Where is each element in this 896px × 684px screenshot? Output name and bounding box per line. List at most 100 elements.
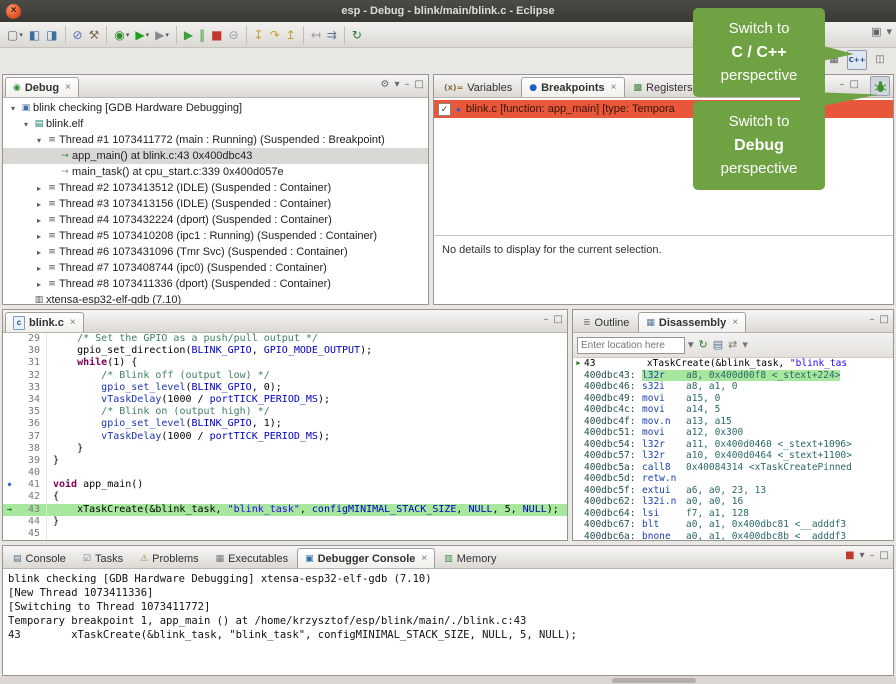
expander-icon[interactable]: ▸ <box>33 216 45 225</box>
disconnect-button[interactable]: ⊝ <box>226 25 240 45</box>
code-line[interactable]: 42{ <box>3 491 567 503</box>
minimize-icon[interactable]: – <box>870 314 875 326</box>
close-icon[interactable]: × <box>421 553 427 564</box>
disassembly-row[interactable]: 400dbc64:lsif7, a1, 128 <box>573 508 893 520</box>
breakpoint-checkbox[interactable]: ✓ <box>438 103 451 116</box>
save-button[interactable]: ◧ <box>27 25 42 45</box>
line-number[interactable]: 29 <box>16 333 47 345</box>
debug-button[interactable]: ◉▾ <box>112 25 131 45</box>
console-output[interactable]: blink checking [GDB Hardware Debugging] … <box>3 569 893 675</box>
view-menu-icon[interactable]: ▾ <box>395 79 400 91</box>
sync-selection-icon[interactable]: ⇄ <box>728 339 737 351</box>
code-line[interactable]: 30 gpio_set_direction(BLINK_GPIO, GPIO_M… <box>3 345 567 357</box>
debug-tree-row[interactable]: ▾≡Thread #1 1073411772 (main : Running) … <box>3 132 428 148</box>
line-number[interactable]: 43 <box>16 504 47 516</box>
minimize-icon[interactable]: – <box>870 550 875 562</box>
disassembly-row[interactable]: 400dbc5a:call80x40084314 <xTaskCreatePin… <box>573 462 893 474</box>
scrollbar-thumb[interactable] <box>612 678 696 683</box>
refresh-icon[interactable]: ↻ <box>699 339 708 351</box>
maximize-icon[interactable]: □ <box>554 314 563 326</box>
code-line[interactable]: 38 } <box>3 443 567 455</box>
location-input[interactable] <box>577 337 685 354</box>
show-source-icon[interactable]: ▤ <box>713 339 723 351</box>
debug-tree-row[interactable]: ▸≡Thread #5 1073410208 (ipc1 : Running) … <box>3 228 428 244</box>
build-all-button[interactable]: ⚒ <box>87 25 102 45</box>
code-line[interactable]: 35 /* Blink on (output high) */ <box>3 406 567 418</box>
disassembly-row[interactable]: 400dbc49:movia15, 0 <box>573 393 893 405</box>
expander-icon[interactable]: ▾ <box>7 104 19 113</box>
tab-executables[interactable]: ▦Executables <box>208 548 296 568</box>
expander-icon[interactable]: ▸ <box>33 200 45 209</box>
line-number[interactable]: 45 <box>16 528 47 540</box>
code-line[interactable]: 29 /* Set the GPIO as a push/pull output… <box>3 333 567 345</box>
combo-dropdown-icon[interactable]: ▾ <box>688 339 694 351</box>
line-number[interactable]: 39 <box>16 455 47 467</box>
line-number[interactable]: 36 <box>16 418 47 430</box>
disassembly-row[interactable]: ▶43 xTaskCreate(&blink_task, "blink_tas <box>573 358 893 370</box>
tab-memory[interactable]: ▥Memory <box>436 548 504 568</box>
debug-tree-row[interactable]: ▸≡Thread #8 1073411336 (dport) (Suspende… <box>3 276 428 292</box>
code-line[interactable]: 34 vTaskDelay(1000 / portTICK_PERIOD_MS)… <box>3 394 567 406</box>
line-number[interactable]: 32 <box>16 370 47 382</box>
tab-problems[interactable]: ⚠Problems <box>132 548 207 568</box>
restore-perspective-button[interactable]: ◫ <box>870 50 890 70</box>
code-line[interactable]: ●41void app_main() <box>3 479 567 491</box>
drop-to-frame-button[interactable]: ↤ <box>309 25 323 45</box>
expander-icon[interactable]: ▸ <box>33 248 45 257</box>
close-icon[interactable]: × <box>611 82 617 93</box>
debug-tree-row[interactable]: ▾▤blink.elf <box>3 116 428 132</box>
terminate-button[interactable]: ■ <box>209 25 224 45</box>
expander-icon[interactable]: ▸ <box>33 232 45 241</box>
new-wizard-button[interactable]: ▢▾ <box>5 25 25 45</box>
disassembly-row[interactable]: 400dbc6a:bnonea0, a1, 0x400dbc8b <__addd… <box>573 531 893 541</box>
tab-tasks[interactable]: ☑Tasks <box>75 548 131 568</box>
run-button[interactable]: ▶▾ <box>133 25 151 45</box>
expander-icon[interactable]: ▸ <box>33 184 45 193</box>
view-menu-icon[interactable]: ▾ <box>860 550 865 562</box>
step-return-button[interactable]: ↥ <box>284 25 298 45</box>
debug-tree-row[interactable]: ▾▣blink checking [GDB Hardware Debugging… <box>3 100 428 116</box>
debug-tree-row[interactable]: ▸≡Thread #6 1073431096 (Tmr Svc) (Suspen… <box>3 244 428 260</box>
editor-code[interactable]: 29 /* Set the GPIO as a push/pull output… <box>3 333 567 540</box>
line-number[interactable]: 33 <box>16 382 47 394</box>
disassembly-row[interactable]: 400dbc51:movia12, 0x300 <box>573 427 893 439</box>
disassembly-row[interactable]: 400dbc46:s32ia8, a1, 0 <box>573 381 893 393</box>
external-tools-button[interactable]: ▶▾ <box>153 25 171 45</box>
code-line[interactable]: 45 <box>3 528 567 540</box>
code-line[interactable]: 36 gpio_set_level(BLINK_GPIO, 1); <box>3 418 567 430</box>
expander-icon[interactable]: ▸ <box>33 280 45 289</box>
pin-editor-icon[interactable]: ▣ <box>871 26 881 38</box>
debug-tree-row[interactable]: →app_main() at blink.c:43 0x400dbc43 <box>3 148 428 164</box>
disassembly-row[interactable]: 400dbc5d:retw.n <box>573 473 893 485</box>
tab-disassembly[interactable]: ▦Disassembly× <box>638 312 746 332</box>
code-line[interactable]: 40 <box>3 467 567 479</box>
disassembly-rows[interactable]: ▶43 xTaskCreate(&blink_task, "blink_tas 4… <box>573 358 893 540</box>
window-close-button[interactable]: × <box>6 4 21 19</box>
step-over-button[interactable]: ↷ <box>268 25 282 45</box>
debug-tree-row[interactable]: ▸≡Thread #3 1073413156 (IDLE) (Suspended… <box>3 196 428 212</box>
line-number[interactable]: 41 <box>16 479 47 491</box>
close-icon[interactable]: × <box>732 317 738 328</box>
expander-icon[interactable]: ▸ <box>33 264 45 273</box>
suspend-button[interactable]: ‖ <box>197 25 207 45</box>
code-line[interactable]: 44} <box>3 516 567 528</box>
code-line[interactable]: 39} <box>3 455 567 467</box>
tab-outline[interactable]: ≣Outline <box>575 312 637 332</box>
minimize-icon[interactable]: – <box>405 79 410 91</box>
code-line[interactable]: 33 gpio_set_level(BLINK_GPIO, 0); <box>3 382 567 394</box>
maximize-icon[interactable]: □ <box>415 79 424 91</box>
line-number[interactable]: 38 <box>16 443 47 455</box>
instruction-stepping-button[interactable]: ⇉ <box>325 25 339 45</box>
disassembly-row[interactable]: 400dbc5f:extuia6, a0, 23, 13 <box>573 485 893 497</box>
line-number[interactable]: 44 <box>16 516 47 528</box>
tab-console[interactable]: ▤Console <box>5 548 74 568</box>
tab-debugger-console[interactable]: ▣Debugger Console× <box>297 548 435 568</box>
line-number[interactable]: 37 <box>16 431 47 443</box>
disassembly-row[interactable]: 400dbc4f:mov.na13, a15 <box>573 416 893 428</box>
settings-icon[interactable]: ⚙ <box>381 79 390 91</box>
tab-debug[interactable]: ◉ Debug × <box>5 77 79 97</box>
code-line[interactable]: 31 while(1) { <box>3 357 567 369</box>
view-menu-icon[interactable]: ▾ <box>742 339 748 351</box>
code-line[interactable]: →43 xTaskCreate(&blink_task, "blink_task… <box>3 504 567 516</box>
terminate-icon[interactable]: ■ <box>845 550 854 562</box>
